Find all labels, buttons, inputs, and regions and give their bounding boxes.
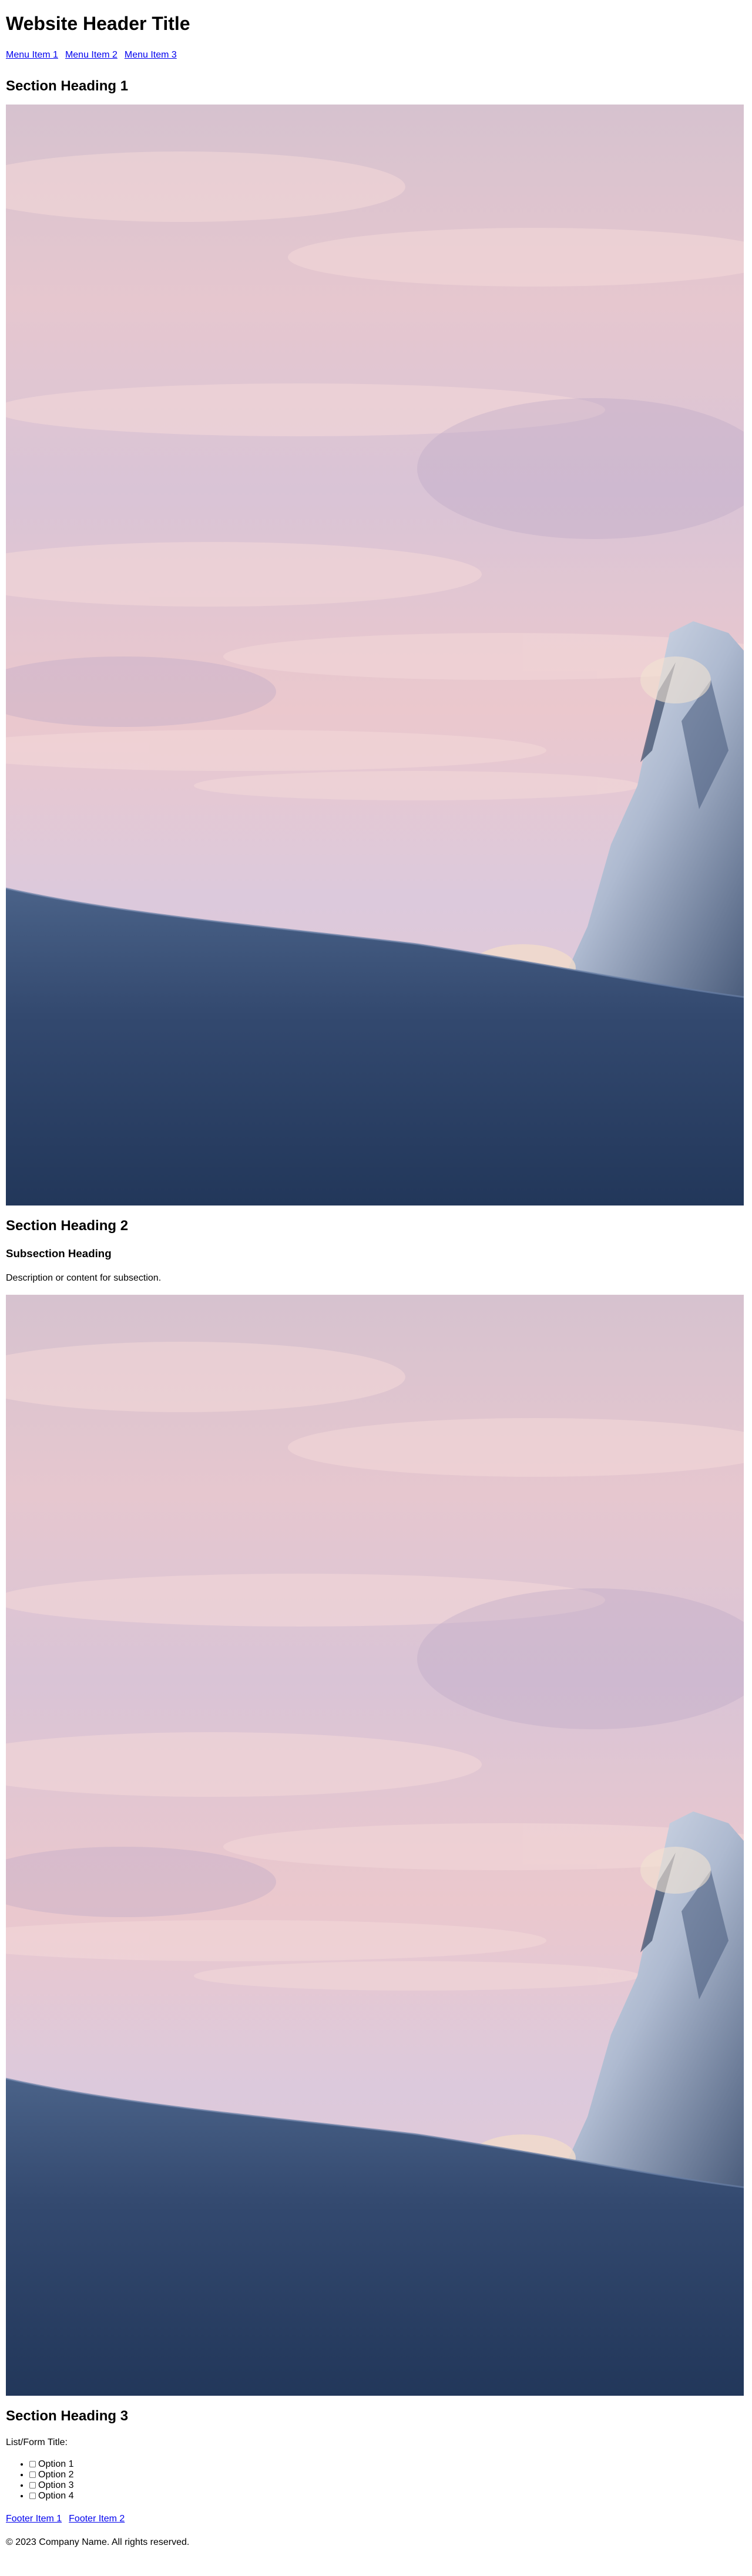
options-list: Option 1 Option 2 Option 3 Option 4 [6,2459,746,2501]
section-2: Section Heading 2 Subsection Heading Des… [6,1217,746,2396]
option-3-label: Option 3 [38,2480,74,2490]
section-1: Section Heading 1 [6,78,746,1205]
main-nav: Menu Item 1 Menu Item 2 Menu Item 3 [6,49,746,61]
option-4-label: Option 4 [38,2491,74,2501]
option-2-label: Option 2 [38,2470,74,2480]
footer-item-1[interactable]: Footer Item 1 [6,2514,62,2524]
site-header: Website Header Title Menu Item 1 Menu Ite… [6,0,746,61]
section-3: Section Heading 3 List/Form Title: Optio… [6,2407,746,2501]
mountain-sunset-image [6,105,744,1205]
menu-item-1[interactable]: Menu Item 1 [6,50,58,60]
page: Website Header Title Menu Item 1 Menu Ite… [0,0,752,2548]
subsection-description: Description or content for subsection. [6,1273,162,1283]
option-3-checkbox[interactable] [29,2482,36,2489]
copyright-text: © 2023 Company Name. All rights reserved… [6,2537,190,2547]
option-4-checkbox[interactable] [29,2493,36,2499]
site-footer: Footer Item 1 Footer Item 2 © 2023 Compan… [6,2513,746,2548]
menu-item-3[interactable]: Menu Item 3 [125,50,177,60]
footer-item-2[interactable]: Footer Item 2 [69,2514,125,2524]
option-2-checkbox[interactable] [29,2471,36,2478]
list-item: Option 4 [29,2491,746,2501]
option-1-label: Option 1 [38,2459,74,2469]
list-item: Option 3 [29,2480,746,2491]
site-title: Website Header Title [6,13,190,34]
form-title: List/Form Title: [6,2437,68,2447]
list-item: Option 1 [29,2459,746,2470]
menu-item-2[interactable]: Menu Item 2 [65,50,118,60]
section-3-heading: Section Heading 3 [6,2408,129,2424]
section-1-heading: Section Heading 1 [6,78,129,94]
list-item: Option 2 [29,2470,746,2480]
subsection-heading: Subsection Heading [6,1247,112,1260]
section-2-heading: Section Heading 2 [6,1218,129,1234]
footer-nav: Footer Item 1 Footer Item 2 [6,2513,746,2525]
mountain-sunset-image [6,1295,744,2396]
option-1-checkbox[interactable] [29,2461,36,2467]
